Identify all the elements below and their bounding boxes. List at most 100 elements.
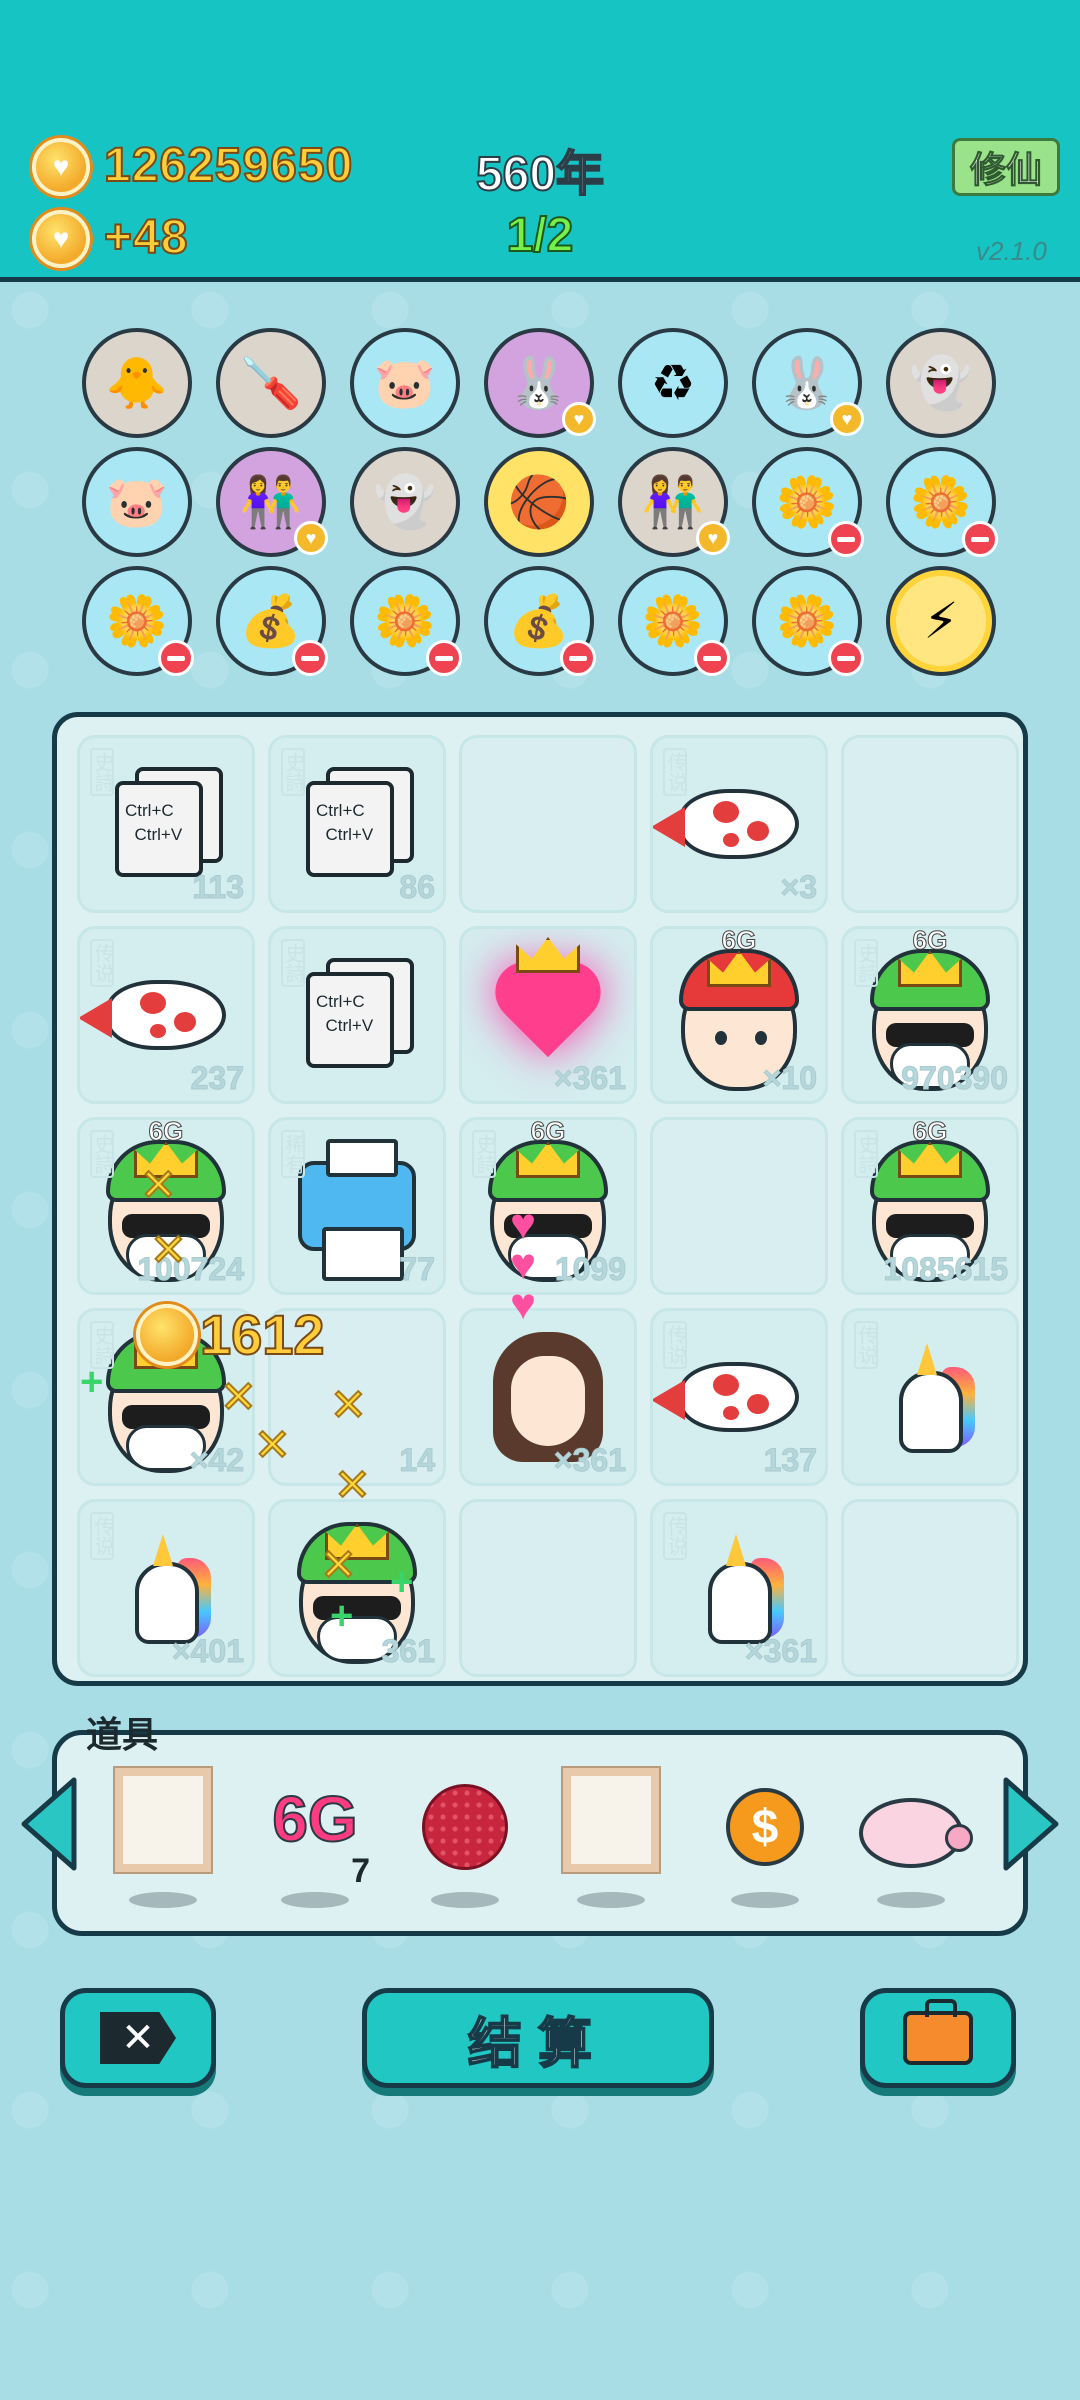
flower-pot-icon: 🌼 [373, 592, 437, 649]
cell-count: ×3 [780, 869, 817, 906]
rabbit-icon: 🐰 [775, 354, 839, 411]
rarity-tag: 传说 [663, 1321, 687, 1369]
flying-heart-icon: ♥ [510, 1280, 537, 1329]
tool-item[interactable] [556, 1768, 666, 1908]
rarity-tag: 传说 [90, 1512, 114, 1560]
settle-button[interactable]: 结算 [362, 1988, 714, 2088]
board-cell[interactable] [459, 735, 637, 913]
rarity-tag: 传说 [663, 748, 687, 796]
6g-badge: 6G [721, 926, 757, 956]
cell-count: ×361 [553, 1060, 626, 1097]
collection-item[interactable]: 🌼 [82, 566, 194, 676]
dollar-coin-icon: $ [726, 1788, 804, 1866]
board-cell[interactable]: 361 [268, 1499, 446, 1677]
paste-line: Ctrl+V [134, 825, 183, 844]
board-cell[interactable]: 6G 史詩 1099 [459, 1117, 637, 1295]
collection-grid: 🐥 🪛 🐷 🐰 ♥ ♻ 🐰 ♥ 👻 🐷 👫 ♥ 👻 🏀 👫 ♥ 🌼 🌼 🌼 💰 🌼 💰 🌼 🌼 ⚡ [82, 328, 1002, 676]
rarity-tag: 史詩 [854, 1130, 878, 1178]
tool-shadow [129, 1892, 197, 1908]
board-cell[interactable]: 传说 137 [650, 1308, 828, 1486]
board-cell[interactable]: ×361 [459, 1308, 637, 1486]
money-bag-icon: 💰 [507, 592, 571, 649]
board-cell[interactable] [650, 1117, 828, 1295]
cell-count: ×361 [744, 1633, 817, 1670]
rarity-tag: 史詩 [90, 748, 114, 796]
koi-fish-icon [653, 789, 799, 859]
tool-item[interactable] [856, 1768, 973, 1908]
sparkle-plus-icon: + [330, 1594, 354, 1638]
collection-item[interactable]: 🪛 [216, 328, 326, 438]
board-cell[interactable] [841, 1499, 1019, 1677]
lightning-icon: ⚡ [923, 593, 959, 649]
settle-label: 结算 [467, 2013, 608, 2075]
cell-count: ×361 [553, 1442, 626, 1479]
collection-item[interactable]: 🌼 [752, 566, 864, 676]
tool-shadow [431, 1892, 499, 1908]
board-cell[interactable]: 稀有 77 [268, 1117, 446, 1295]
board-cell[interactable] [841, 735, 1019, 913]
collection-item[interactable]: 🐰 ♥ [484, 328, 596, 438]
board-cell[interactable]: 传说 ×361 [650, 1499, 828, 1677]
tool-item[interactable] [108, 1768, 218, 1908]
collection-item[interactable]: 👫 ♥ [618, 447, 730, 557]
collection-item[interactable]: 🐷 [82, 447, 192, 557]
collection-item[interactable]: 🌼 [350, 566, 462, 676]
tool-item[interactable]: 6G 7 [260, 1768, 370, 1908]
tools-next-arrow[interactable] [1000, 1776, 1062, 1872]
collection-item[interactable]: 🌼 [752, 447, 864, 557]
board-cell[interactable]: ×361 [459, 926, 637, 1104]
collection-item[interactable]: 👻 [350, 447, 460, 557]
lychee-icon [422, 1784, 508, 1870]
minus-badge-icon [962, 521, 998, 557]
briefcase-icon [903, 1999, 973, 2065]
collection-item[interactable]: ⚡ [886, 566, 996, 676]
collection-item[interactable]: 🌼 [618, 566, 730, 676]
minus-badge-icon [560, 640, 596, 676]
tool-shadow [577, 1892, 645, 1908]
rarity-tag: 稀有 [281, 1130, 305, 1178]
board-cell[interactable]: Ctrl+C Ctrl+V 史詩 [268, 926, 446, 1104]
board-cell[interactable]: 传说 ×3 [650, 735, 828, 913]
board-cell[interactable]: 传说 ×401 [77, 1499, 255, 1677]
collection-item[interactable]: 🐰 ♥ [752, 328, 864, 438]
board-cell[interactable]: 6G ×10 [650, 926, 828, 1104]
board-cell[interactable]: Ctrl+C Ctrl+V 史詩 86 [268, 735, 446, 913]
6g-badge: 6G [912, 1117, 948, 1147]
collection-item[interactable]: 💰 [216, 566, 328, 676]
board-cell[interactable] [459, 1499, 637, 1677]
board-cell[interactable]: 传说 237 [77, 926, 255, 1104]
collection-item[interactable]: 🏀 [484, 447, 594, 557]
merge-board: Ctrl+C Ctrl+V 史詩 113 Ctrl+C Ctrl+V 史詩 86 传说 ×3 传… [52, 712, 1028, 1686]
sparkle-x-icon: ✕ [139, 1160, 178, 1211]
tools-prev-arrow[interactable] [18, 1776, 80, 1872]
cell-count: 77 [399, 1251, 436, 1288]
board-cell[interactable]: 传说 [841, 1308, 1019, 1486]
xiuxian-button[interactable]: 修仙 [952, 138, 1060, 196]
frame-icon [563, 1768, 659, 1872]
collection-item[interactable]: 💰 [484, 566, 596, 676]
koi-fish-icon [653, 1362, 799, 1432]
sparkle-x-icon: ✕ [149, 1225, 188, 1276]
inventory-button[interactable] [860, 1988, 1016, 2088]
year-counter: 560年 [475, 147, 605, 202]
board-cell[interactable]: 6G 史詩 970390 [841, 926, 1019, 1104]
collection-item[interactable]: 🌼 [886, 447, 998, 557]
rarity-tag: 传说 [663, 1512, 687, 1560]
tool-shadow [281, 1892, 349, 1908]
collection-item[interactable]: 👻 [886, 328, 996, 438]
close-button[interactable]: ✕ [60, 1988, 216, 2088]
board-cell[interactable]: 6G 史詩 1085615 [841, 1117, 1019, 1295]
paste-line: Ctrl+V [325, 825, 374, 844]
board-cell[interactable]: Ctrl+C Ctrl+V 史詩 113 [77, 735, 255, 913]
piggy-bank-icon: 🐷 [105, 473, 169, 530]
collection-item[interactable]: 🐥 [82, 328, 192, 438]
rarity-tag: 史詩 [472, 1130, 496, 1178]
collection-item[interactable]: ♻ [618, 328, 728, 438]
minus-badge-icon [828, 640, 864, 676]
collection-item[interactable]: 👫 ♥ [216, 447, 328, 557]
stage-progress: 1/2 [506, 208, 575, 263]
tool-item[interactable] [410, 1768, 520, 1908]
reward-coin-icon [136, 1304, 198, 1366]
collection-item[interactable]: 🐷 [350, 328, 460, 438]
tool-item[interactable]: $ [710, 1768, 820, 1908]
